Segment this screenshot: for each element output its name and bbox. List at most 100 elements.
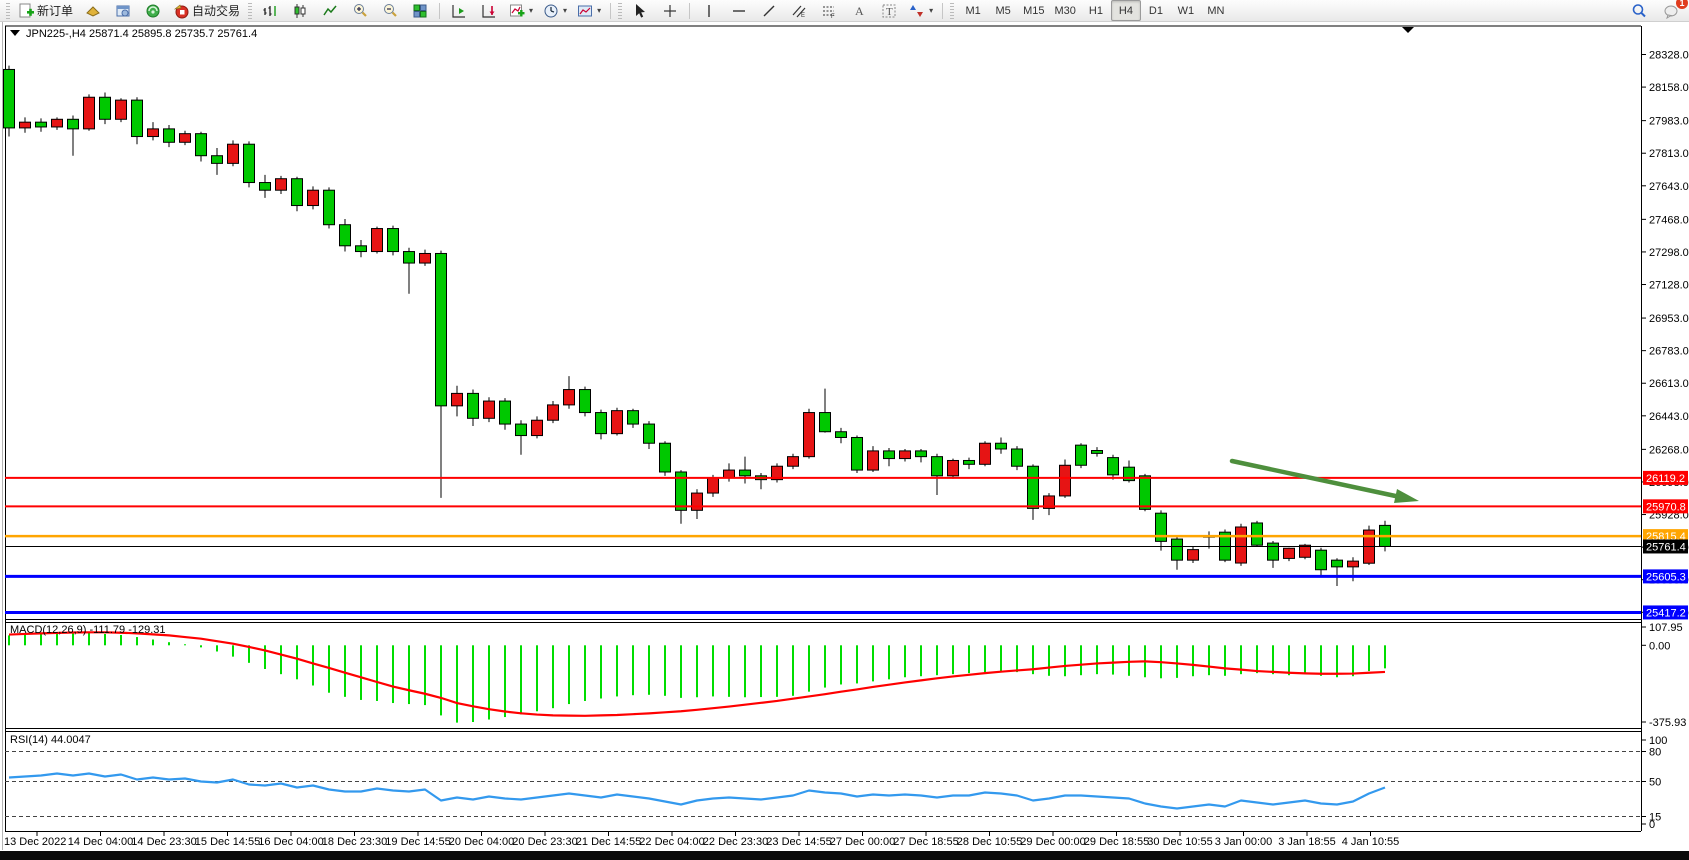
- macd-axis-label: -375.93: [1649, 717, 1686, 729]
- time-axis-label: 4 Jan 10:55: [1342, 836, 1400, 848]
- candle-body: [1140, 476, 1151, 510]
- candle-body: [36, 122, 47, 127]
- candle-body: [244, 144, 255, 182]
- time-axis-label: 20 Dec 23:30: [512, 836, 577, 848]
- candle-body: [596, 413, 607, 434]
- price-level-badge-label: 25761.4: [1646, 541, 1686, 553]
- time-axis-label: 16 Dec 04:00: [258, 836, 323, 848]
- time-axis-label: 29 Dec 00:00: [1020, 836, 1085, 848]
- price-tick-label: 26953.0: [1649, 313, 1689, 325]
- candle-body: [948, 460, 959, 475]
- price-tick-label: 27298.0: [1649, 247, 1689, 259]
- candle-body: [884, 451, 895, 459]
- candle-body: [788, 457, 799, 467]
- price-level-badge-label: 25970.8: [1646, 501, 1686, 513]
- candle-body: [1300, 545, 1311, 557]
- chart-title: JPN225-,H4 25871.4 25895.8 25735.7 25761…: [26, 28, 257, 40]
- horizontal-scrollbar[interactable]: [0, 851, 1689, 860]
- rsi-axis-label: 50: [1649, 777, 1661, 789]
- time-axis-label: 13 Dec 2022: [4, 836, 66, 848]
- candle-body: [1188, 550, 1199, 561]
- time-axis-label: 29 Dec 18:55: [1084, 836, 1149, 848]
- candle-body: [500, 401, 511, 424]
- candle-body: [820, 413, 831, 432]
- time-axis-label: 27 Dec 18:55: [893, 836, 958, 848]
- price-tick-label: 28328.0: [1649, 50, 1689, 62]
- candle-body: [404, 252, 415, 264]
- candle-body: [180, 134, 191, 143]
- price-tick-label: 27643.0: [1649, 181, 1689, 193]
- rsi-axis-label: 80: [1649, 747, 1661, 759]
- time-axis-label: 15 Dec 14:55: [195, 836, 260, 848]
- candle-body: [1316, 550, 1327, 570]
- price-tick-label: 27813.0: [1649, 148, 1689, 160]
- price-tick-label: 27983.0: [1649, 116, 1689, 128]
- candle-body: [532, 420, 543, 435]
- time-axis-label: 14 Dec 23:30: [131, 836, 196, 848]
- time-axis-label: 28 Dec 10:55: [957, 836, 1022, 848]
- candle-body: [228, 144, 239, 163]
- candle-body: [20, 122, 31, 128]
- candle-body: [1108, 458, 1119, 475]
- candle-body: [916, 451, 927, 457]
- candle-body: [868, 451, 879, 470]
- candle-body: [276, 179, 287, 191]
- candle-body: [324, 190, 335, 225]
- candle-body: [612, 411, 623, 434]
- time-axis-label: 30 Dec 10:55: [1147, 836, 1212, 848]
- candle-body: [452, 393, 463, 405]
- candle-body: [932, 457, 943, 476]
- candle-body: [996, 443, 1007, 449]
- candle-body: [468, 393, 479, 418]
- price-level-badge-label: 25417.2: [1646, 607, 1686, 619]
- candle-body: [164, 129, 175, 142]
- candle-body: [1092, 451, 1103, 454]
- time-axis-label: 21 Dec 14:55: [576, 836, 641, 848]
- candle-body: [1172, 539, 1183, 560]
- candle-body: [4, 69, 15, 127]
- macd-indicator-label: MACD(12,26,9) -111.79 -129.31: [10, 624, 166, 636]
- candle-body: [1284, 548, 1295, 558]
- candle-body: [1236, 527, 1247, 563]
- candle-body: [1252, 523, 1263, 545]
- candle-body: [900, 451, 911, 459]
- candle-body: [356, 246, 367, 252]
- candle-body: [836, 432, 847, 438]
- candle-body: [260, 183, 271, 191]
- candle-body: [852, 437, 863, 470]
- candle-body: [548, 405, 559, 420]
- time-axis-label: 18 Dec 23:30: [322, 836, 387, 848]
- candle-body: [1332, 560, 1343, 567]
- time-axis-label: 20 Dec 04:00: [449, 836, 514, 848]
- candle-body: [1060, 465, 1071, 496]
- price-tick-label: 26613.0: [1649, 378, 1689, 390]
- candle-body: [1268, 543, 1279, 560]
- candle-body: [100, 97, 111, 119]
- candle-body: [420, 253, 431, 263]
- candle-body: [84, 97, 95, 129]
- candle-body: [692, 493, 703, 510]
- candle-body: [52, 119, 63, 127]
- price-tick-label: 28158.0: [1649, 82, 1689, 94]
- chart-canvas[interactable]: 28328.028158.027983.027813.027643.027468…: [0, 0, 1689, 860]
- trading-terminal-window: 新订单 自动交易: [0, 0, 1689, 860]
- time-axis-label: 22 Dec 23:30: [703, 836, 768, 848]
- candle-body: [132, 100, 143, 136]
- price-level-badge-label: 26119.2: [1646, 473, 1685, 485]
- time-axis-label: 23 Dec 14:55: [766, 836, 831, 848]
- time-axis-label: 22 Dec 04:00: [639, 836, 704, 848]
- macd-axis-label: 107.95: [1649, 622, 1683, 634]
- price-level-badge-label: 25605.3: [1646, 571, 1686, 583]
- candle-body: [484, 401, 495, 418]
- candle-body: [564, 390, 575, 405]
- time-axis-label: 3 Jan 00:00: [1215, 836, 1273, 848]
- candle-body: [1076, 445, 1087, 465]
- time-axis-label: 27 Dec 00:00: [830, 836, 895, 848]
- candle-body: [1348, 561, 1359, 567]
- candle-body: [740, 470, 751, 476]
- candle-body: [388, 229, 399, 252]
- candle-body: [212, 156, 223, 164]
- candle-body: [1012, 449, 1023, 466]
- price-tick-label: 26443.0: [1649, 411, 1689, 423]
- candle-body: [724, 470, 735, 478]
